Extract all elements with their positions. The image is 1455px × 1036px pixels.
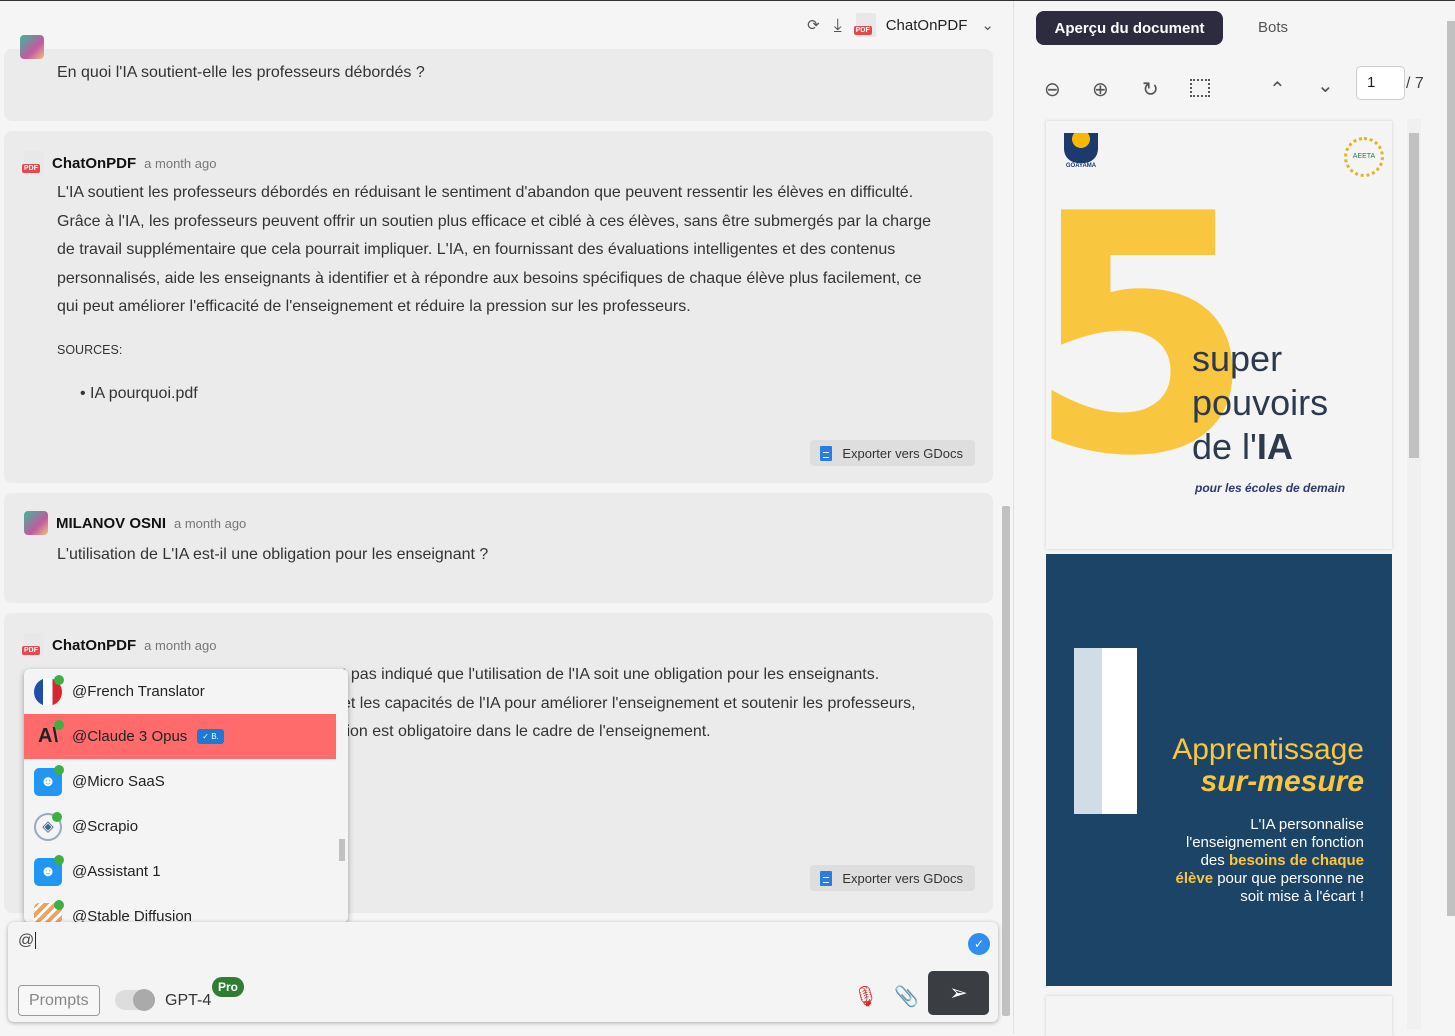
message-input[interactable]: @ [18, 932, 37, 950]
bot-label: @Scrapio [72, 818, 139, 835]
message-composer: @ ✓ Prompts GPT-4 Pro 🎙 📎 ➢ [8, 922, 998, 1022]
pdf-icon: PDF [22, 151, 44, 175]
rotate-icon[interactable]: ↻ [1142, 77, 1159, 102]
chat-pane: ⟳ ⤓ PDF ChatOnPDF ⌄ En quoi l'IA soutien… [0, 1, 1012, 1034]
export-label: Exporter vers GDocs [842, 870, 963, 886]
avatar [20, 35, 44, 59]
pdf-icon: PDF [853, 13, 876, 37]
gdocs-icon [820, 870, 833, 886]
pdf-page-2: Apprentissage sur-mesure L'IA personnalis… [1046, 554, 1392, 986]
refresh-icon[interactable]: ⟳ [807, 16, 820, 34]
message-bot: PDF ChatOnPDF a month ago L'IA soutient le… [4, 131, 993, 483]
source-item[interactable]: • IA pourquoi.pdf [80, 380, 960, 409]
aeeta-logo: AEETA [1344, 137, 1384, 177]
send-button[interactable]: ➢ [928, 971, 989, 1015]
author: ChatOnPDF [52, 154, 137, 172]
author: ChatOnPDF [52, 636, 137, 654]
page-title: super pouvoirs de l'IA [1192, 338, 1329, 467]
export-label: Exporter vers GDocs [842, 445, 963, 461]
page-title: Apprentissage sur-mesure [1172, 733, 1364, 798]
globe-icon: ◈ [34, 811, 62, 841]
panel-scrollbar[interactable] [1447, 21, 1455, 916]
robot-icon: ☻ [34, 764, 64, 796]
paperclip-icon[interactable]: 📎 [894, 984, 919, 1009]
timestamp: a month ago [144, 155, 217, 171]
bot-label: @Micro SaaS [72, 773, 165, 790]
source-link[interactable]: IA pourquoi.pdf [90, 385, 198, 402]
bot-label: @Stable Diffusion [72, 908, 193, 923]
model-label: GPT-4 [165, 992, 212, 1009]
bot-option-scrapio[interactable]: ◈ @Scrapio [24, 804, 336, 849]
select-area-icon[interactable] [1190, 79, 1210, 97]
previous-page-icon[interactable]: ⌃ [1269, 77, 1286, 102]
pdf-page-3 [1046, 996, 1392, 1036]
bot-option-stable-diffusion[interactable]: @Stable Diffusion [24, 894, 336, 923]
export-gdocs-button[interactable]: Exporter vers GDocs [810, 440, 975, 466]
bot-label: @Assistant 1 [72, 863, 161, 880]
bot-option-french-translator[interactable]: @French Translator [24, 669, 336, 714]
pdf-scrollbar[interactable] [1407, 119, 1421, 1029]
page-total: / 7 [1406, 75, 1424, 92]
menu-scrollbar[interactable] [339, 839, 345, 861]
pdf-icon: PDF [22, 633, 44, 657]
next-page-icon[interactable]: ⌄ [1317, 73, 1334, 98]
message-text: L'utilisation de L'IA est-il une obligat… [57, 546, 489, 563]
download-icon[interactable]: ⤓ [834, 15, 842, 36]
zoom-in-icon[interactable]: ⊕ [1092, 77, 1109, 102]
tab-bots[interactable]: Bots [1258, 19, 1288, 36]
tab-document-preview[interactable]: Aperçu du document [1036, 11, 1223, 45]
pdf-page-1: GOAYAMA AEETA 5 super pouvoirs de l'IA pou… [1046, 121, 1392, 549]
french-flag-icon [34, 674, 64, 706]
bot-label: @Claude 3 Opus [72, 728, 188, 745]
message-text: En quoi l'IA soutient-elle les professeu… [57, 64, 425, 81]
message-line: tion est obligatoire dans le cadre de l'… [342, 723, 711, 740]
export-gdocs-button[interactable]: Exporter vers GDocs [810, 865, 975, 891]
timestamp: a month ago [144, 637, 217, 653]
app-name[interactable]: ChatOnPDF [886, 17, 968, 34]
robot-icon: ☻ [34, 854, 64, 886]
message-user: En quoi l'IA soutient-elle les professeu… [4, 35, 993, 121]
page-body: L'IA personnalise l'enseignement en fonct… [1175, 816, 1365, 905]
big-number-1 [1074, 648, 1137, 814]
page-number-input[interactable]: 1 [1356, 66, 1405, 100]
document-preview-panel: Aperçu du document Bots ⊖ ⊕ ↻ ⌃ ⌄ 1 / 7 … [1013, 1, 1455, 1036]
model-toggle[interactable] [115, 989, 155, 1011]
chat-scrollbar[interactable] [1002, 51, 1010, 1016]
author: MILANOV OSNI [56, 514, 167, 532]
gdocs-icon [820, 445, 833, 461]
bot-label: @French Translator [72, 683, 205, 700]
bot-option-micro-saas[interactable]: ☻ @Micro SaaS [24, 759, 336, 804]
verified-check-icon[interactable]: ✓ [968, 933, 990, 955]
timestamp: a month ago [174, 515, 247, 531]
zoom-out-icon[interactable]: ⊖ [1044, 77, 1061, 102]
anthropic-icon: A\ [34, 719, 64, 751]
page-subtitle: pour les écoles de demain [1195, 481, 1346, 495]
message-user: MILANOV OSNI a month ago L'utilisation de… [4, 493, 993, 603]
bot-option-assistant-1[interactable]: ☻ @Assistant 1 [24, 849, 336, 894]
sources-label: SOURCES: [57, 343, 123, 357]
chevron-down-icon[interactable]: ⌄ [981, 16, 994, 34]
message-line: t pas indiqué que l'utilisation de l'IA … [342, 666, 880, 683]
verified-badge: ✓ B. [197, 729, 224, 744]
bot-option-claude-3-opus[interactable]: A\ @Claude 3 Opus ✓ B. [24, 714, 336, 759]
avatar [24, 511, 48, 535]
message-line: et les capacités de l'IA pour améliorer … [342, 694, 916, 712]
chat-toolbar: ⟳ ⤓ PDF ChatOnPDF ⌄ [0, 1, 1012, 49]
prompts-button[interactable]: Prompts [18, 985, 100, 1016]
message-text: L'IA soutient les professeurs débordés e… [57, 184, 932, 315]
microphone-icon[interactable]: 🎙 [853, 984, 878, 1009]
stable-diffusion-icon [34, 899, 64, 923]
pro-badge: Pro [212, 977, 245, 997]
bot-mention-menu: @French Translator A\ @Claude 3 Opus ✓ B. … [24, 669, 348, 923]
